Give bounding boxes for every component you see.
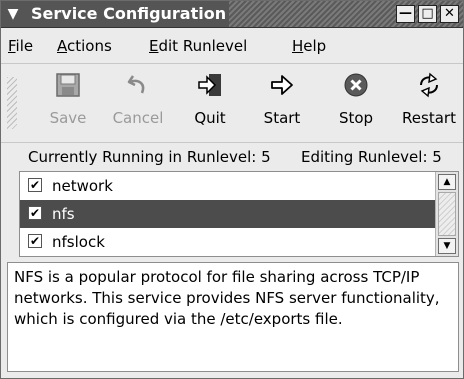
service-name-nfslock: nfslock [52, 233, 105, 251]
close-icon[interactable]: ✕ [440, 5, 459, 23]
current-runlevel-text: Currently Running in Runlevel: 5 [28, 148, 271, 166]
stop-circle-icon [344, 73, 368, 97]
refresh-icon [420, 72, 438, 98]
scroll-down-icon[interactable]: ▼ [438, 238, 456, 254]
services-scrollbar[interactable]: ▲ ▼ [435, 172, 458, 256]
menu-help[interactable]: Help [292, 36, 326, 56]
menu-edit-runlevel-label: dit Runlevel [158, 37, 248, 55]
menu-help-accel: H [292, 37, 304, 55]
arrow-right-icon [271, 75, 293, 95]
start-button-label: Start [263, 109, 301, 127]
scrollbar-thumb[interactable] [438, 192, 456, 236]
runlevel-status: Currently Running in Runlevel: 5 Editing… [1, 144, 463, 170]
quit-button[interactable]: Quit [187, 71, 233, 139]
menu-bar: File Actions Edit Runlevel Help [1, 28, 463, 64]
save-button[interactable]: Save [43, 71, 93, 139]
menu-actions-accel: A [57, 37, 67, 55]
maximize-icon[interactable]: □ [418, 5, 437, 23]
floppy-disk-icon [56, 73, 80, 97]
menu-help-label: elp [303, 37, 327, 55]
menu-file-label: ile [15, 37, 34, 55]
menu-file-accel: F [8, 37, 16, 55]
service-row-nfs[interactable]: ✔ nfs [20, 200, 435, 228]
service-name-nfs: nfs [52, 205, 75, 223]
services-list[interactable]: ✔ network ✔ nfs ✔ nfslock ▲ ▼ [19, 171, 459, 257]
start-button[interactable]: Start [259, 71, 305, 139]
service-checkbox-nfslock[interactable]: ✔ [28, 234, 42, 248]
menu-actions[interactable]: Actions [57, 36, 112, 56]
scroll-up-icon[interactable]: ▲ [438, 174, 456, 190]
service-name-network: network [52, 177, 113, 195]
quit-button-label: Quit [194, 109, 226, 127]
service-row-nfslock[interactable]: ✔ nfslock [20, 228, 435, 256]
cancel-button-label: Cancel [112, 109, 164, 127]
service-row-network[interactable]: ✔ network [20, 172, 435, 200]
stop-button[interactable]: Stop [333, 71, 379, 139]
menu-edit-runlevel[interactable]: Edit Runlevel [149, 36, 247, 56]
toolbar: Save Cancel Quit Start Stop Restart [1, 65, 463, 143]
service-checkbox-network[interactable]: ✔ [28, 178, 42, 192]
service-description-box: NFS is a popular protocol for file shari… [7, 262, 459, 372]
exit-door-icon [198, 74, 221, 96]
restart-button-label: Restart [402, 109, 456, 127]
service-description-text: NFS is a popular protocol for file shari… [14, 268, 440, 328]
cancel-button[interactable]: Cancel [107, 71, 169, 139]
service-checkbox-nfs[interactable]: ✔ [28, 206, 42, 220]
service-configuration-window: ▼ Service Configuration — □ ✕ File Actio… [0, 0, 464, 379]
stop-button-label: Stop [338, 109, 374, 127]
menu-actions-label: ctions [67, 37, 112, 55]
window-title: Service Configuration [31, 4, 227, 23]
minimize-icon[interactable]: — [396, 5, 415, 23]
undo-icon [127, 75, 145, 94]
menu-file[interactable]: File [8, 36, 33, 56]
window-menu-icon[interactable]: ▼ [5, 6, 21, 22]
restart-button[interactable]: Restart [397, 71, 461, 139]
title-bar[interactable]: ▼ Service Configuration — □ ✕ [1, 1, 463, 28]
toolbar-grip-handle[interactable] [7, 77, 17, 129]
editing-runlevel-text: Editing Runlevel: 5 [301, 148, 442, 166]
save-button-label: Save [49, 109, 87, 127]
